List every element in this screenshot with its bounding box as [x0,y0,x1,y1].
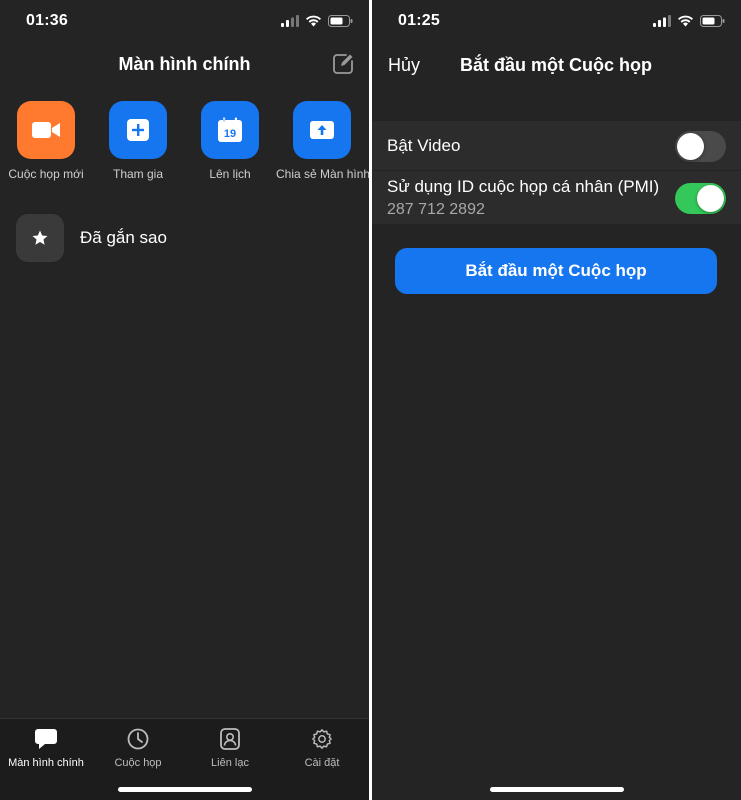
starred-label: Đã gắn sao [80,228,167,247]
share-up-arrow-icon [310,121,334,139]
status-bar: 01:36 [0,0,369,44]
video-toggle[interactable] [675,131,726,162]
contact-icon [220,728,240,750]
tab-home-label: Màn hình chính [8,757,84,769]
page-title: Bắt đầu một Cuộc họp [460,55,652,75]
video-camera-icon [32,122,60,138]
pmi-setting-label: Sử dụng ID cuộc họp cá nhân (PMI) [387,177,660,196]
new-meeting-tile[interactable] [17,101,75,159]
tab-settings[interactable]: Cài đặt [276,727,368,769]
schedule-tile[interactable]: 19 [201,101,259,159]
gear-icon [312,729,332,749]
schedule-button[interactable]: 19 Lên lịch [184,101,276,181]
pmi-number: 287 712 2892 [387,201,485,218]
tab-bar: Màn hình chính Cuộc họp Liên lạc Cài đặt [0,718,369,800]
compose-icon[interactable] [331,52,355,76]
meeting-settings: Bật Video Sử dụng ID cuộc họp cá nhân (P… [372,121,741,225]
start-meeting-screen: 01:25 Hủy Bắt đầu một Cuộc họp Bật Video… [372,0,741,800]
video-setting-label: Bật Video [387,136,461,155]
starred-tile[interactable] [16,214,64,262]
start-meeting-button[interactable]: Bắt đầu một Cuộc họp [395,248,717,294]
battery-icon [328,15,353,27]
share-screen-button[interactable]: Chia sẻ Màn hình [276,101,369,181]
new-meeting-button[interactable]: Cuộc họp mới [0,101,92,181]
star-icon [32,230,48,245]
share-screen-label: Chia sẻ Màn hình [276,167,369,181]
join-button[interactable]: Tham gia [92,101,184,181]
status-bar: 01:25 [372,0,741,44]
signal-icon [281,15,299,27]
tab-meetings[interactable]: Cuộc họp [92,727,184,769]
tab-home[interactable]: Màn hình chính [0,727,92,769]
wifi-icon [306,15,321,27]
join-label: Tham gia [112,167,164,181]
home-indicator [489,787,624,792]
status-icons [281,15,353,27]
status-time: 01:25 [398,12,440,29]
home-indicator [117,787,252,792]
join-tile[interactable] [109,101,167,159]
battery-icon [700,15,725,27]
tab-contacts-label: Liên lạc [211,757,249,769]
pmi-toggle[interactable] [675,183,726,214]
plus-icon [127,119,149,141]
video-setting-row: Bật Video [372,121,741,171]
calendar-day: 19 [224,128,236,140]
schedule-label: Lên lịch [209,167,251,181]
tab-settings-label: Cài đặt [304,757,340,769]
status-icons [653,15,725,27]
calendar-icon: 19 [218,117,242,142]
signal-icon [653,15,671,27]
chat-bubble-icon [35,729,57,749]
pmi-setting-row: Sử dụng ID cuộc họp cá nhân (PMI) 287 71… [372,171,741,225]
starred-item[interactable]: Đã gắn sao [16,214,167,262]
wifi-icon [678,15,693,27]
page-title: Màn hình chính [118,54,251,74]
toggle-knob [677,133,704,160]
share-screen-tile[interactable] [293,101,351,159]
home-screen: 01:36 Màn hình chính Cuộc họp mới Tham g… [0,0,369,800]
tab-meetings-label: Cuộc họp [114,757,162,769]
clock-icon [127,728,149,750]
toggle-knob [697,185,724,212]
tab-contacts[interactable]: Liên lạc [184,727,276,769]
cancel-button[interactable]: Hủy [388,55,420,76]
new-meeting-label: Cuộc họp mới [8,167,84,181]
status-time: 01:36 [26,12,68,29]
